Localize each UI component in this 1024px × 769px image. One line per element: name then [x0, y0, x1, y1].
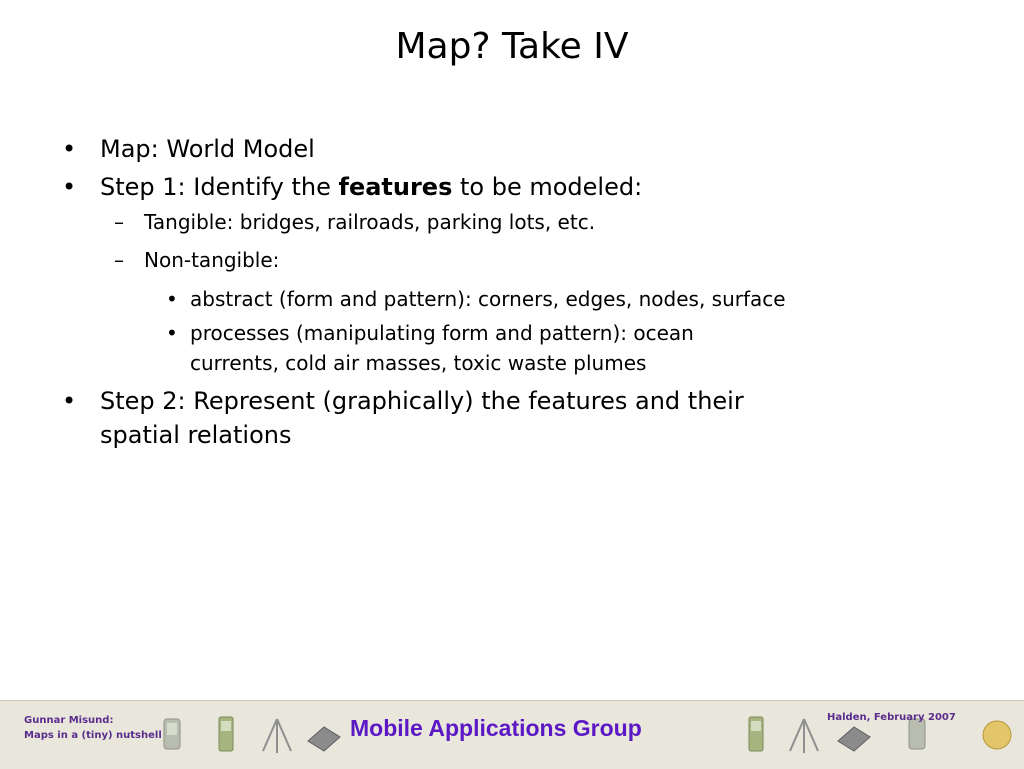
- footer-group-name: Mobile Applications Group: [350, 715, 642, 741]
- phone-icon: [748, 716, 764, 752]
- sub-sub-item-abstract: • abstract (form and pattern): corners, …: [62, 284, 982, 314]
- globe-icon: [982, 720, 1012, 750]
- footer-author-line2: Maps in a (tiny) nutshell: [24, 730, 162, 741]
- bullet-text-line1: Step 2: Represent (graphically) the feat…: [100, 387, 744, 415]
- sub-sub-item-processes: • processes (manipulating form and patte…: [62, 318, 982, 378]
- bullet-text: Map: World Model: [100, 135, 315, 163]
- tripod-icon: [789, 718, 819, 753]
- sub-sub-item-text-line1: processes (manipulating form and pattern…: [190, 321, 694, 345]
- bullet-marker: •: [62, 387, 77, 415]
- bullet-marker: •: [166, 321, 178, 345]
- bullet-item-2: • Step 1: Identify the features to be mo…: [62, 170, 982, 204]
- dash-marker: –: [114, 248, 124, 272]
- footer-author-line1: Gunnar Misund:: [24, 715, 114, 726]
- sub-sub-item-text-line2: currents, cold air masses, toxic waste p…: [190, 351, 647, 375]
- bullet-text-prefix: Step 1: Identify the: [100, 173, 339, 201]
- sub-item-non-tangible: – Non-tangible:: [62, 246, 982, 274]
- footer-banner: Gunnar Misund: Maps in a (tiny) nutshell…: [0, 700, 1024, 769]
- slide-body: • Map: World Model • Step 1: Identify th…: [62, 132, 982, 456]
- slide-title: Map? Take IV: [395, 26, 629, 67]
- bullet-text-line2: spatial relations: [100, 421, 292, 449]
- laptop-icon: [307, 726, 341, 752]
- dash-marker: –: [114, 210, 124, 234]
- tripod-icon: [262, 718, 292, 753]
- bullet-marker: •: [166, 287, 178, 311]
- bullet-text-bold: features: [338, 173, 453, 201]
- bullet-item-3: • Step 2: Represent (graphically) the fe…: [62, 384, 982, 452]
- bullet-item-1: • Map: World Model: [62, 132, 982, 166]
- phone-icon: [218, 716, 234, 752]
- footer-date: Halden, February 2007: [827, 712, 956, 723]
- footer-author: Gunnar Misund: Maps in a (tiny) nutshell: [24, 713, 162, 743]
- sub-item-tangible: – Tangible: bridges, railroads, parking …: [62, 208, 982, 236]
- bullet-text-suffix: to be modeled:: [452, 173, 643, 201]
- sub-item-text: Non-tangible:: [144, 248, 280, 272]
- bullet-marker: •: [62, 173, 77, 201]
- sub-item-text: Tangible: bridges, railroads, parking lo…: [144, 210, 596, 234]
- bullet-marker: •: [62, 135, 77, 163]
- sub-sub-item-text: abstract (form and pattern): corners, ed…: [190, 287, 786, 311]
